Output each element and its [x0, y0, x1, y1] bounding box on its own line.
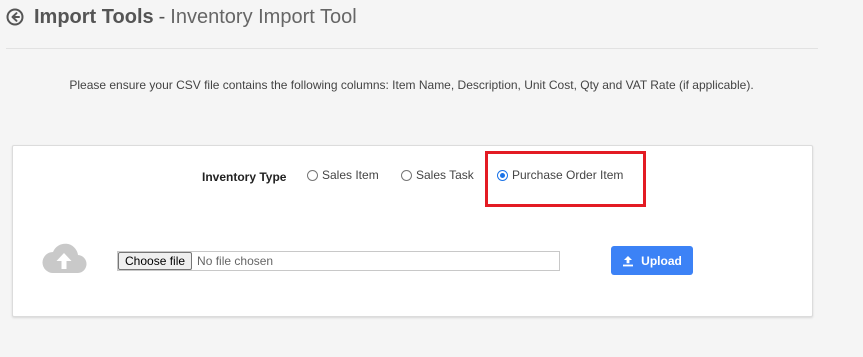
upload-button[interactable]: Upload — [611, 246, 693, 275]
upload-label: Upload — [641, 253, 682, 268]
radio-button[interactable] — [401, 169, 412, 181]
radio-sales-item[interactable]: Sales Item — [307, 168, 379, 182]
instructions-text: Please ensure your CSV file contains the… — [69, 78, 754, 92]
radio-label: Sales Task — [416, 168, 474, 182]
import-card: Inventory Type Sales Item Sales Task Pur… — [12, 145, 813, 317]
page-header: Import Tools - Inventory Import Tool — [6, 4, 357, 30]
page-title: Import Tools — [34, 5, 154, 28]
inventory-type-label: Inventory Type — [202, 170, 287, 184]
radio-label: Sales Item — [322, 168, 379, 182]
highlight-box — [485, 151, 646, 207]
radio-button[interactable] — [307, 169, 318, 181]
radio-sales-task[interactable]: Sales Task — [401, 168, 474, 182]
file-status: No file chosen — [197, 254, 274, 268]
header-divider — [6, 48, 818, 49]
title-separator: - — [158, 5, 166, 28]
file-input[interactable]: Choose file No file chosen — [117, 251, 560, 271]
upload-icon — [622, 255, 634, 267]
page-subtitle: Inventory Import Tool — [170, 5, 357, 28]
cloud-upload-icon — [41, 241, 87, 275]
choose-file-button[interactable]: Choose file — [118, 252, 193, 270]
circle-arrow-left-icon[interactable] — [6, 8, 24, 26]
